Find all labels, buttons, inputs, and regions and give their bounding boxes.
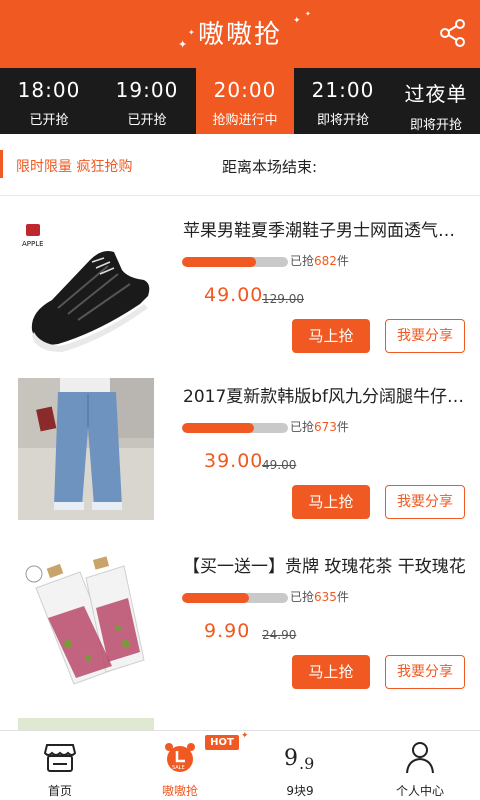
home-store-icon <box>43 744 77 772</box>
nav-label: 嗷嗷抢 <box>161 784 198 798</box>
sold-unit: 件 <box>336 420 349 434</box>
sold-count-text: 已抢673件 <box>290 418 349 435</box>
product-item[interactable]: APPLE 苹果男鞋夏季潮鞋子男士网面透气运动休闲鞋 已抢682件 49.00 … <box>0 200 480 370</box>
alarm-clock-sale-icon: SALE <box>165 743 195 772</box>
product-image-shoe[interactable]: APPLE <box>18 212 154 354</box>
header: ✦ ✦ ✦ ✦ 嗷嗷抢 <box>0 0 480 68</box>
sale-price: 9.90 <box>204 620 251 642</box>
nav-profile[interactable]: 个人中心 <box>360 731 480 800</box>
nav-label: 个人中心 <box>395 784 444 798</box>
sold-count: 682 <box>314 254 337 268</box>
sold-prefix: 已抢 <box>290 254 315 268</box>
sale-price: 39.00 <box>204 450 264 472</box>
product-item[interactable]: 【买一送一】贵牌 玫瑰花茶 干玫瑰花 已抢635件 9.90 24.90 马上抢… <box>0 536 480 706</box>
nav-label: 首页 <box>47 784 72 798</box>
tab-status: 已开抢 <box>127 113 167 128</box>
tab-status: 抢购进行中 <box>212 113 278 128</box>
sale-price: 49.00 <box>204 284 264 306</box>
sold-prefix: 已抢 <box>290 590 315 604</box>
page-title: 嗷嗷抢 <box>197 20 282 50</box>
original-price: 24.90 <box>262 628 297 642</box>
product-image-jeans[interactable] <box>18 378 154 520</box>
original-price: 129.00 <box>262 292 304 306</box>
sold-unit: 件 <box>336 590 349 604</box>
countdown-bar: 限时限量 疯狂抢购 距离本场结束: <box>0 134 480 196</box>
countdown-label: 距离本场结束: <box>222 158 318 176</box>
product-name[interactable]: 苹果男鞋夏季潮鞋子男士网面透气运动休闲鞋 <box>183 216 468 241</box>
person-icon <box>406 742 434 774</box>
sold-count: 673 <box>314 420 337 434</box>
sold-unit: 件 <box>336 254 349 268</box>
tab-overnight[interactable]: 过夜单 即将开抢 <box>392 68 480 134</box>
buy-now-button[interactable]: 马上抢 <box>292 485 370 519</box>
svg-text:.9: .9 <box>299 754 314 773</box>
session-tabs: 18:00 已开抢 19:00 已开抢 20:00 抢购进行中 21:00 即将… <box>0 68 480 134</box>
original-price: 49.00 <box>262 458 297 472</box>
nav-home[interactable]: 首页 <box>0 731 120 800</box>
product-name[interactable]: 【买一送一】贵牌 玫瑰花茶 干玫瑰花 <box>183 552 468 577</box>
accent-marker <box>0 150 3 178</box>
share-product-button[interactable]: 我要分享 <box>385 655 465 689</box>
sold-progress-bar <box>182 593 288 603</box>
tab-time: 21:00 <box>311 78 375 102</box>
tab-time: 20:00 <box>213 78 277 102</box>
svg-text:9: 9 <box>284 746 298 771</box>
sold-count-text: 已抢682件 <box>290 252 349 269</box>
product-name[interactable]: 2017夏新款韩版bf风九分阔腿牛仔裤女 <box>183 382 468 407</box>
sale-slogan: 限时限量 疯狂抢购 <box>16 159 133 175</box>
nav-label: 9块9 <box>286 784 314 798</box>
sold-progress-fill <box>182 423 255 433</box>
share-product-button[interactable]: 我要分享 <box>385 485 465 519</box>
sold-progress-fill <box>182 593 249 603</box>
share-product-button[interactable]: 我要分享 <box>385 319 465 353</box>
nine-nine-icon: 9 .9 <box>284 746 314 773</box>
hot-badge: HOT <box>205 735 239 750</box>
tab-20-00[interactable]: 20:00 抢购进行中 <box>196 68 294 134</box>
tab-19-00[interactable]: 19:00 已开抢 <box>98 68 196 134</box>
brand-logo-text: APPLE <box>22 240 44 248</box>
tab-18-00[interactable]: 18:00 已开抢 <box>0 68 98 134</box>
product-image-rose-tea[interactable] <box>18 548 154 690</box>
sold-progress-bar <box>182 423 288 433</box>
buy-now-button[interactable]: 马上抢 <box>292 655 370 689</box>
sold-count: 635 <box>314 590 337 604</box>
bottom-nav: 首页 SALE 嗷嗷抢 9 .9 9块9 个人中心 <box>0 730 480 800</box>
buy-now-button[interactable]: 马上抢 <box>292 319 370 353</box>
tab-status: 即将开抢 <box>316 113 369 128</box>
product-item[interactable]: 2017夏新款韩版bf风九分阔腿牛仔裤女 已抢673件 39.00 49.00 … <box>0 366 480 536</box>
tab-status: 即将开抢 <box>409 118 462 133</box>
sold-count-text: 已抢635件 <box>290 588 349 605</box>
sold-progress-fill <box>182 257 257 267</box>
tab-status: 已开抢 <box>29 113 69 128</box>
nav-nine-nine[interactable]: 9 .9 9块9 <box>240 731 360 800</box>
sparkle-icon: ✦ <box>241 731 249 741</box>
sold-prefix: 已抢 <box>290 420 315 434</box>
product-image-partial <box>18 718 154 730</box>
share-icon[interactable] <box>438 18 468 48</box>
tab-21-00[interactable]: 21:00 即将开抢 <box>294 68 392 134</box>
sold-progress-bar <box>182 257 288 267</box>
tab-time: 19:00 <box>115 78 179 102</box>
svg-text:SALE: SALE <box>172 765 185 771</box>
tab-time: 过夜单 <box>404 82 468 106</box>
app-root: ✦ ✦ ✦ ✦ 嗷嗷抢 18:00 已开抢 19:00 已开抢 20:00 抢购… <box>0 0 480 800</box>
tab-time: 18:00 <box>17 78 81 102</box>
